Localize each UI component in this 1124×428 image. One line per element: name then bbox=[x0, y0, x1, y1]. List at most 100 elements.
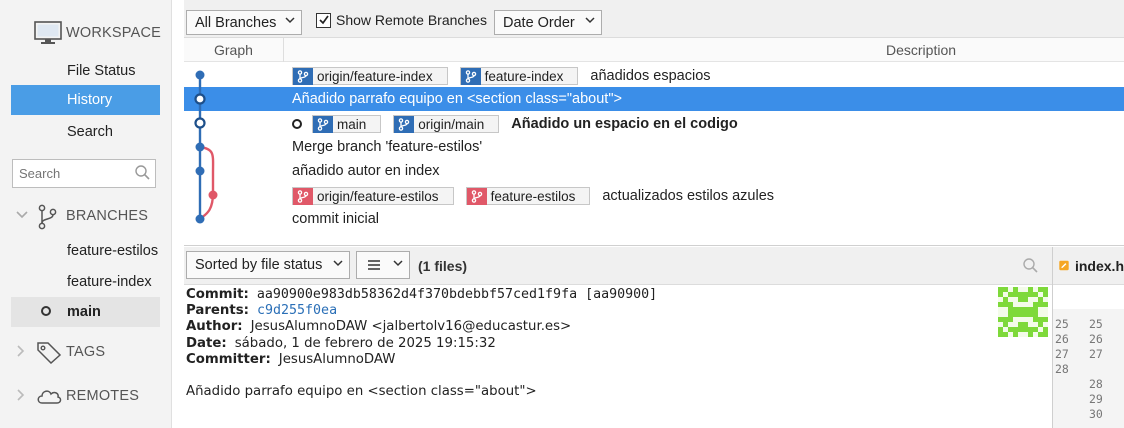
commit-node-icon bbox=[195, 214, 205, 224]
old-line-number: 28 bbox=[1055, 362, 1069, 376]
branch-ref-badge[interactable]: origin/feature-estilos bbox=[292, 187, 454, 205]
sidebar-item-feature-estilos[interactable]: feature-estilos bbox=[11, 236, 160, 266]
sort-files-dropdown[interactable]: Sorted by file status bbox=[186, 251, 350, 279]
show-remote-branches-label: Show Remote Branches bbox=[336, 12, 487, 28]
sidebar-item-feature-index[interactable]: feature-index bbox=[11, 267, 160, 297]
sidebar-item-main[interactable]: main bbox=[11, 297, 160, 327]
branches-filter-dropdown[interactable]: All Branches bbox=[186, 10, 302, 35]
branch-ref-label: main bbox=[337, 116, 367, 132]
description-column-header[interactable]: Description bbox=[886, 42, 956, 58]
date-value: sábado, 1 de febrero de 2025 19:15:32 bbox=[234, 335, 496, 351]
history-toolbar: All Branches Show Remote Branches Date O… bbox=[184, 0, 1124, 38]
commit-message: actualizados estilos azules bbox=[602, 188, 775, 204]
commit-row[interactable]: commit inicial bbox=[184, 207, 1124, 231]
branch-ref-label: feature-estilos bbox=[490, 188, 576, 204]
commit-node-icon bbox=[208, 190, 218, 200]
author-label: Author: bbox=[186, 319, 243, 335]
column-divider[interactable] bbox=[283, 38, 284, 62]
branch-icon bbox=[313, 115, 333, 133]
gutter-line: 25 25 bbox=[1055, 317, 1123, 332]
diff-filename: index.h bbox=[1074, 257, 1124, 274]
avatar bbox=[998, 287, 1048, 337]
branch-icon bbox=[466, 187, 487, 205]
commit-row[interactable]: origin/feature-estilos feature-estilos act… bbox=[184, 183, 1124, 207]
old-line-number: 25 bbox=[1055, 317, 1069, 331]
commit-row[interactable]: Añadido parrafo equipo en <section class… bbox=[184, 87, 1124, 111]
line-number-gutter: 25 25 26 26 27 27 28 28 29 30 bbox=[1053, 309, 1124, 428]
commit-row[interactable]: main origin/main Añadido un espacio en el … bbox=[184, 111, 1124, 135]
head-indicator-icon bbox=[292, 119, 302, 129]
old-line-number: 27 bbox=[1055, 347, 1069, 361]
workspace-section-header[interactable]: WORKSPACE bbox=[0, 16, 172, 50]
gutter-line: 26 26 bbox=[1055, 332, 1123, 347]
order-dropdown[interactable]: Date Order bbox=[494, 10, 602, 35]
chevron-down-icon[interactable] bbox=[16, 209, 28, 223]
show-remote-branches-checkbox[interactable]: Show Remote Branches bbox=[316, 12, 487, 28]
diff-pane: index.h 25 25 26 26 27 27 28 28 29 30 bbox=[1053, 247, 1124, 428]
branches-section-header[interactable]: BRANCHES bbox=[0, 199, 172, 233]
commit-row[interactable]: Merge branch 'feature-estilos' bbox=[184, 135, 1124, 159]
chevron-down-icon bbox=[393, 259, 403, 270]
chevron-down-icon bbox=[585, 16, 595, 27]
commit-description: main origin/main Añadido un espacio en el … bbox=[292, 115, 738, 133]
commit-node-icon bbox=[195, 166, 205, 176]
current-branch-icon bbox=[41, 306, 51, 316]
committer-label: Committer: bbox=[186, 351, 271, 367]
branch-ref-label: origin/feature-index bbox=[317, 68, 433, 84]
branch-ref-badge[interactable]: feature-index bbox=[459, 67, 579, 85]
branch-icon bbox=[394, 115, 415, 133]
chevron-right-icon[interactable] bbox=[16, 344, 26, 360]
branch-ref-badge[interactable]: main bbox=[312, 115, 382, 133]
graph-column-header[interactable]: Graph bbox=[214, 42, 253, 58]
commit-message: Añadido un espacio en el codigo bbox=[511, 116, 738, 132]
new-line-number: 27 bbox=[1089, 347, 1103, 361]
commit-label: Commit: bbox=[186, 287, 249, 302]
new-line-number: 29 bbox=[1089, 392, 1103, 406]
tag-icon bbox=[37, 342, 62, 364]
gutter-line: 30 bbox=[1055, 407, 1123, 422]
commit-description: Añadido parrafo equipo en <section class… bbox=[292, 91, 622, 107]
branch-ref-label: origin/feature-estilos bbox=[317, 188, 439, 204]
commit-hash: aa90900e983db58362d4f370bdebbf57ced1f9fa… bbox=[256, 287, 658, 302]
diff-file-header[interactable]: index.h bbox=[1053, 247, 1124, 285]
commit-description: Merge branch 'feature-estilos' bbox=[292, 139, 482, 155]
search-icon[interactable] bbox=[134, 164, 152, 182]
branch-ref-label: origin/main bbox=[418, 116, 485, 132]
search-icon[interactable] bbox=[1022, 257, 1040, 275]
files-count: (1 files) bbox=[418, 258, 468, 274]
new-line-number: 28 bbox=[1089, 377, 1103, 391]
view-mode-dropdown[interactable] bbox=[356, 251, 410, 279]
commit-node-icon bbox=[194, 93, 206, 105]
branch-ref-badge[interactable]: origin/feature-index bbox=[292, 67, 448, 85]
branch-ref-badge[interactable]: feature-estilos bbox=[465, 187, 591, 205]
workspace-title: WORKSPACE bbox=[66, 25, 161, 41]
files-toolbar: Sorted by file status (1 files) bbox=[184, 247, 1052, 285]
list-icon bbox=[368, 260, 380, 270]
parent-commit-link[interactable]: c9d255f0ea bbox=[257, 303, 337, 318]
remotes-section-header[interactable]: REMOTES bbox=[0, 379, 172, 413]
tags-section-header[interactable]: TAGS bbox=[0, 335, 172, 369]
order-value: Date Order bbox=[503, 14, 575, 31]
monitor-icon bbox=[34, 21, 62, 44]
commit-graph bbox=[194, 70, 218, 224]
sidebar-item-file-status[interactable]: File Status bbox=[11, 56, 160, 86]
commit-history-list: Graph Description origin/feature-index fe… bbox=[184, 38, 1124, 246]
gutter-line: 28 bbox=[1055, 377, 1123, 392]
branch-icon bbox=[293, 67, 313, 85]
commit-message: añadidos espacios bbox=[590, 68, 711, 84]
commit-row[interactable]: origin/feature-index feature-index añadido… bbox=[184, 63, 1124, 87]
checkbox-checked-icon[interactable] bbox=[316, 12, 331, 28]
sort-files-value: Sorted by file status bbox=[195, 257, 323, 273]
branch-icon bbox=[293, 187, 313, 205]
date-label: Date: bbox=[186, 335, 227, 351]
sidebar-item-search[interactable]: Search bbox=[11, 117, 160, 147]
committer-value: JesusAlumnoDAW bbox=[278, 351, 396, 367]
chevron-right-icon[interactable] bbox=[16, 388, 26, 404]
sidebar-item-label: main bbox=[67, 304, 101, 320]
commit-row[interactable]: añadido autor en index bbox=[184, 159, 1124, 183]
branch-ref-label: feature-index bbox=[484, 68, 564, 84]
branch-ref-badge[interactable]: origin/main bbox=[393, 115, 500, 133]
cloud-icon bbox=[37, 390, 62, 404]
sidebar: WORKSPACE File Status History Search BRA… bbox=[0, 0, 172, 428]
sidebar-item-history[interactable]: History bbox=[11, 85, 160, 115]
